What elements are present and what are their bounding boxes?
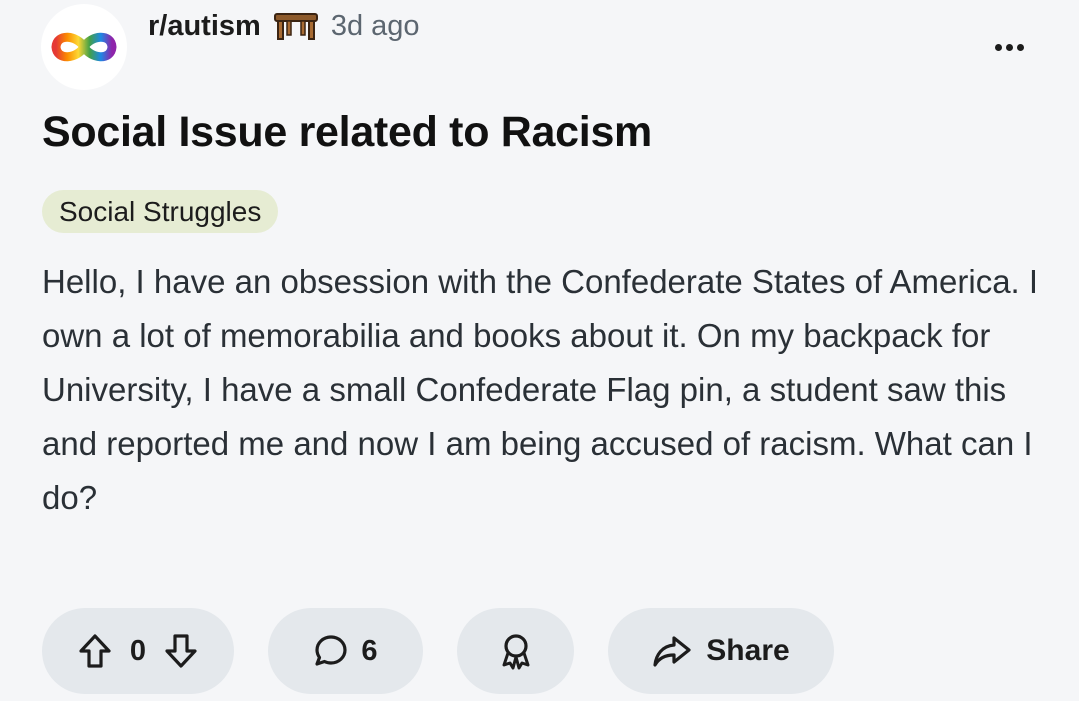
post-card: r/autism 3d ago Social Issue related to …: [0, 0, 1079, 701]
award-icon: [498, 632, 534, 670]
comment-icon: [313, 633, 349, 669]
post-actions: 0 6 Share: [42, 608, 834, 694]
downvote-icon[interactable]: [164, 633, 198, 669]
share-button[interactable]: Share: [608, 608, 834, 694]
infinity-rainbow-icon: [51, 32, 117, 62]
post-title[interactable]: Social Issue related to Racism: [42, 108, 652, 157]
subreddit-name[interactable]: r/autism: [148, 10, 261, 43]
award-button[interactable]: [457, 608, 574, 694]
share-icon: [652, 634, 692, 668]
bench-icon: [273, 11, 319, 41]
post-flair[interactable]: Social Struggles: [42, 190, 279, 233]
subreddit-avatar[interactable]: [41, 4, 127, 90]
share-label: Share: [706, 634, 790, 667]
more-options-dot: [1016, 43, 1024, 51]
post-timestamp: 3d ago: [330, 9, 420, 42]
post-body: Hello, I have an obsession with the Conf…: [42, 263, 1039, 516]
vote-control: 0: [42, 608, 234, 694]
comment-count: 6: [361, 634, 378, 667]
vote-count: 0: [129, 634, 147, 667]
more-options-icon: [994, 43, 1002, 51]
post-header: r/autism 3d ago: [148, 8, 420, 44]
comments-button[interactable]: 6: [268, 608, 423, 694]
more-options-dot: [1005, 43, 1013, 51]
more-options-button[interactable]: [989, 32, 1029, 62]
upvote-icon[interactable]: [78, 633, 112, 669]
